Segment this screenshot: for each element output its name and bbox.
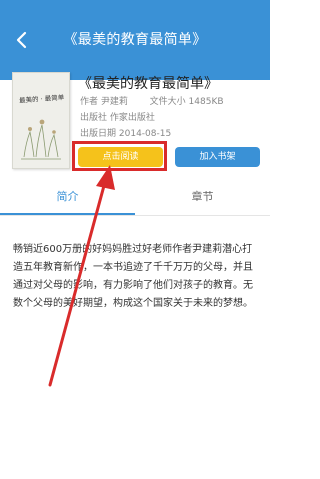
annotation-arrow-icon <box>48 165 115 387</box>
